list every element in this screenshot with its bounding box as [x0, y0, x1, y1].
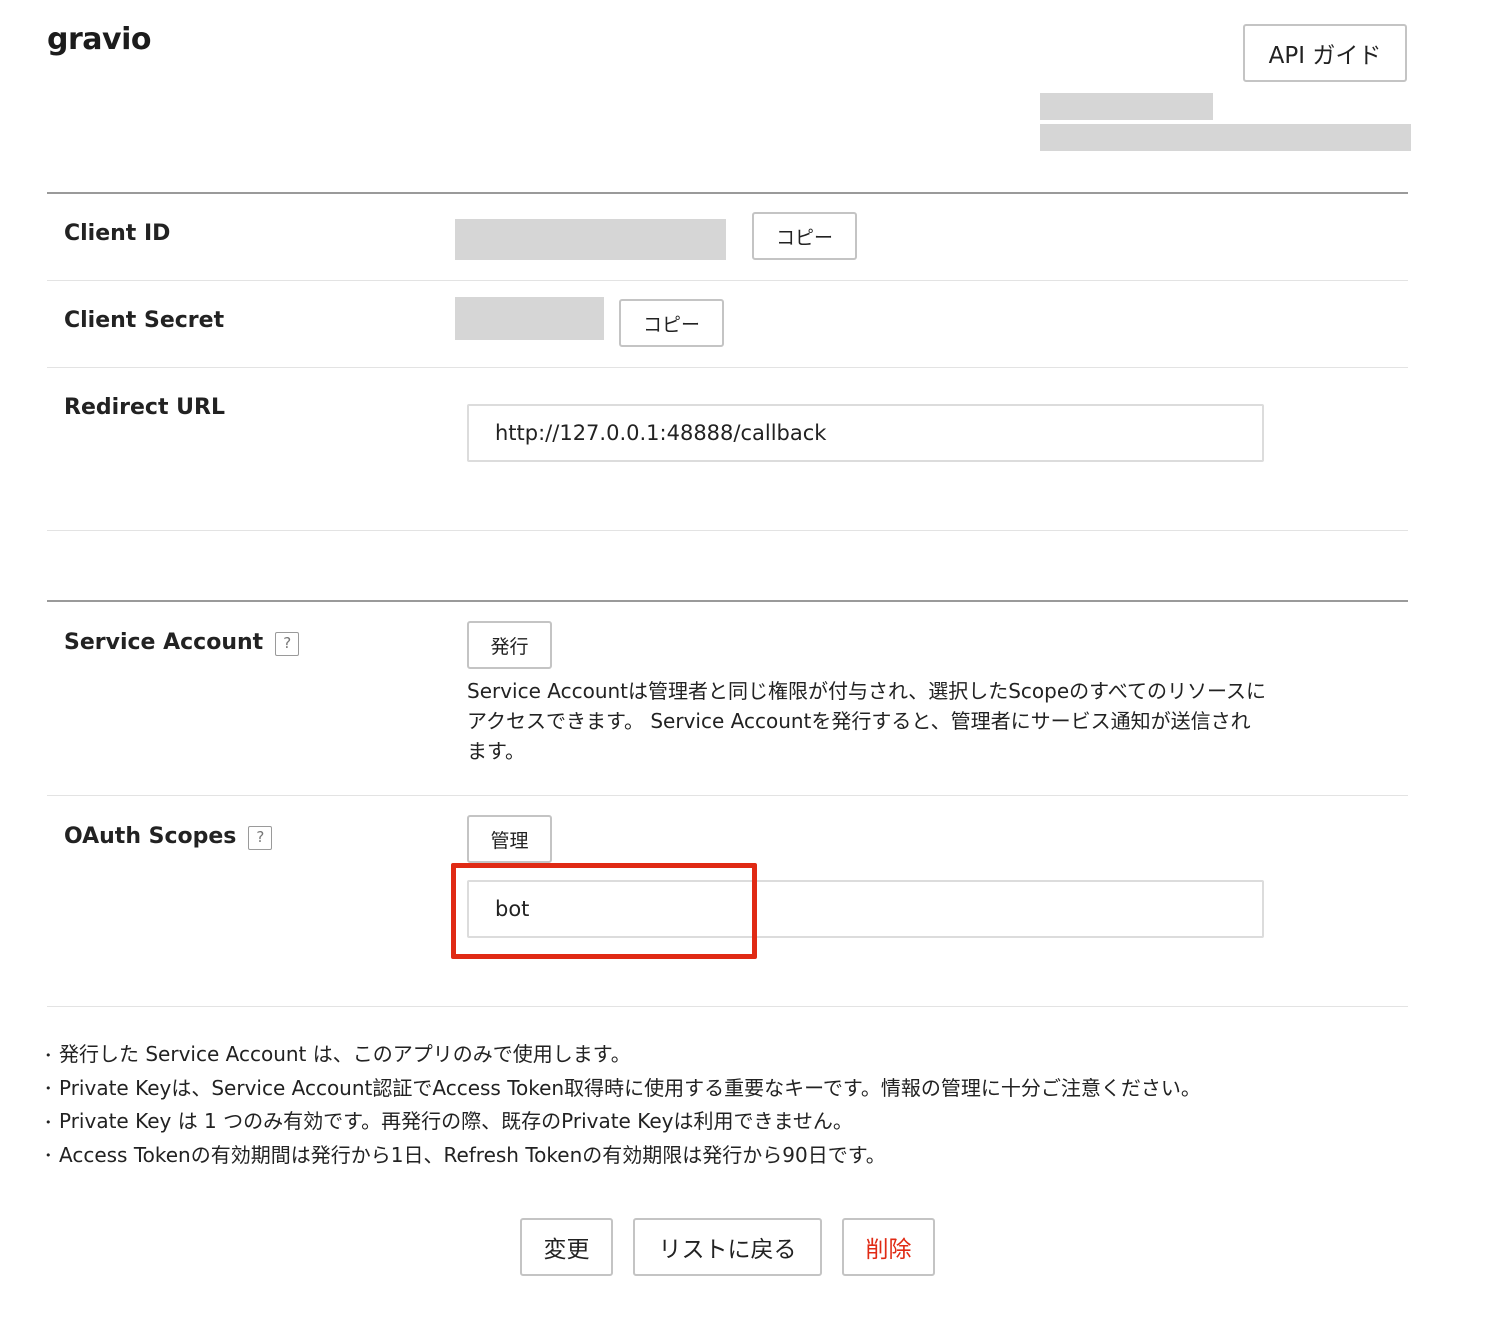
row-divider: [47, 530, 1408, 531]
back-to-list-button[interactable]: リストに戻る: [633, 1218, 822, 1276]
client-id-value-redacted: [455, 219, 726, 260]
oauth-scopes-label-text: OAuth Scopes: [64, 824, 236, 849]
note-item: •発行した Service Account は、このアプリのみで使用します。: [45, 1038, 1201, 1072]
note-text: 発行した Service Account は、このアプリのみで使用します。: [59, 1042, 631, 1066]
client-secret-copy-button[interactable]: コピー: [619, 299, 724, 347]
row-divider: [47, 367, 1408, 368]
highlight-annotation-box: [451, 863, 757, 959]
client-secret-label: Client Secret: [64, 308, 224, 333]
redacted-info-line-2: [1040, 124, 1411, 151]
redacted-info-line-1: [1040, 93, 1213, 120]
note-item: •Access Tokenの有効期間は発行から1日、Refresh Tokenの…: [45, 1139, 1201, 1173]
client-secret-value-redacted: [455, 297, 604, 340]
row-divider: [47, 795, 1408, 796]
notes-list: •発行した Service Account は、このアプリのみで使用します。 •…: [45, 1038, 1201, 1172]
service-account-description: Service Accountは管理者と同じ権限が付与され、選択したScopeの…: [467, 676, 1267, 766]
section-divider-middle: [47, 600, 1408, 602]
service-account-label: Service Account ?: [64, 628, 299, 656]
note-text: Access Tokenの有効期間は発行から1日、Refresh Tokenの有…: [59, 1143, 886, 1167]
service-account-issue-button[interactable]: 発行: [467, 621, 552, 669]
note-text: Private Keyは、Service Account認証でAccess To…: [59, 1076, 1201, 1100]
row-divider: [47, 280, 1408, 281]
change-button[interactable]: 変更: [520, 1218, 613, 1276]
delete-button[interactable]: 削除: [842, 1218, 935, 1276]
redirect-url-input[interactable]: http://127.0.0.1:48888/callback: [467, 404, 1264, 462]
row-divider: [47, 1006, 1408, 1007]
api-guide-button[interactable]: API ガイド: [1243, 24, 1407, 82]
app-title: gravio: [47, 22, 151, 57]
help-icon[interactable]: ?: [248, 826, 272, 850]
redirect-url-label: Redirect URL: [64, 395, 225, 420]
note-item: •Private Key は 1 つのみ有効です。再発行の際、既存のPrivat…: [45, 1105, 1201, 1139]
note-item: •Private Keyは、Service Account認証でAccess T…: [45, 1072, 1201, 1106]
help-icon[interactable]: ?: [275, 632, 299, 656]
oauth-scopes-label: OAuth Scopes ?: [64, 822, 272, 850]
note-text: Private Key は 1 つのみ有効です。再発行の際、既存のPrivate…: [59, 1109, 853, 1133]
client-id-copy-button[interactable]: コピー: [752, 212, 857, 260]
service-account-label-text: Service Account: [64, 630, 263, 655]
section-divider-top: [47, 192, 1408, 194]
oauth-scopes-manage-button[interactable]: 管理: [467, 815, 552, 863]
client-id-label: Client ID: [64, 221, 170, 246]
